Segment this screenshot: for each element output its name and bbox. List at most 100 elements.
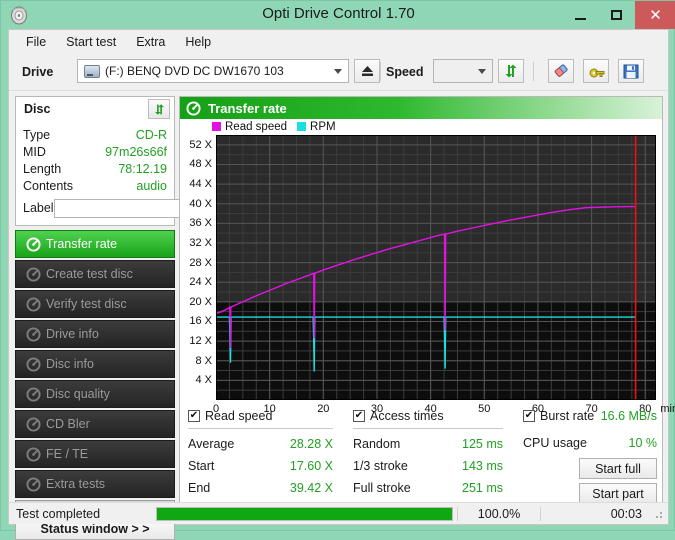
disc-field-mid: MID 97m26s66f xyxy=(23,143,167,160)
resize-grip-icon[interactable] xyxy=(652,508,664,520)
chevron-down-icon xyxy=(334,69,342,74)
sidebar: Disc Type CD-R MID 97m26s66f xyxy=(15,96,175,516)
speed-label: Speed xyxy=(386,65,424,79)
eject-button[interactable] xyxy=(354,59,380,83)
y-axis-tick-label: 32 X xyxy=(189,237,212,249)
sidebar-item-label: Extra tests xyxy=(46,477,105,491)
close-icon: ✕ xyxy=(649,8,662,23)
erase-disc-button[interactable] xyxy=(548,59,574,83)
disc-test-icon xyxy=(20,237,46,252)
maximize-button[interactable] xyxy=(598,1,635,29)
sidebar-item-disc-quality[interactable]: Disc quality xyxy=(15,380,175,408)
burst-rate-checkbox-row[interactable]: ✔ Burst rate 16.6 MB/s xyxy=(523,407,657,425)
disc-test-icon xyxy=(20,447,46,462)
stat-value: 251 ms xyxy=(462,481,503,495)
chart-legend: Read speed RPM xyxy=(180,119,662,134)
disc-field-contents-key: Contents xyxy=(23,179,73,193)
disc-test-icon xyxy=(20,357,46,372)
stat-row-third-stroke: 1/3 stroke 143 ms xyxy=(353,455,503,477)
refresh-icon xyxy=(153,103,166,116)
access-times-checkbox-label: Access times xyxy=(370,409,444,423)
disc-label-key: Label xyxy=(23,201,54,215)
drive-select[interactable]: (F:) BENQ DVD DC DW1670 103 xyxy=(77,59,349,83)
stat-key: 1/3 stroke xyxy=(353,459,408,473)
key-icon xyxy=(588,63,605,79)
stat-key: CPU usage xyxy=(523,436,587,450)
disc-field-mid-value: 97m26s66f xyxy=(105,145,167,159)
disc-field-type-key: Type xyxy=(23,128,50,142)
application-window: Opti Drive Control 1.70 ✕ File Start tes… xyxy=(0,0,675,531)
drive-select-value: (F:) BENQ DVD DC DW1670 103 xyxy=(105,64,284,78)
eject-icon xyxy=(360,64,375,78)
disc-panel-title: Disc xyxy=(24,102,50,116)
sidebar-item-label: Drive info xyxy=(46,327,99,341)
sidebar-item-verify-test-disc[interactable]: Verify test disc xyxy=(15,290,175,318)
progress-bar-fill xyxy=(157,508,452,520)
elapsed-time-label: 00:03 xyxy=(541,507,652,521)
sidebar-item-cd-bler[interactable]: CD Bler xyxy=(15,410,175,438)
sidebar-item-label: Disc quality xyxy=(46,387,110,401)
y-axis-labels: 4 X8 X12 X16 X20 X24 X28 X32 X36 X40 X44… xyxy=(180,135,214,400)
burst-rate-checkbox-label: Burst rate xyxy=(540,409,594,423)
y-axis-tick-label: 12 X xyxy=(189,335,212,347)
menu-item-extra[interactable]: Extra xyxy=(127,32,174,52)
read-speed-checkbox-row[interactable]: ✔ Read speed xyxy=(188,407,333,425)
sidebar-item-label: Disc info xyxy=(46,357,94,371)
speed-select[interactable] xyxy=(433,59,493,83)
access-times-stats: ✔ Access times Random 125 ms 1/3 stroke … xyxy=(353,407,503,499)
eraser-icon xyxy=(553,63,570,79)
burst-rate-checkbox[interactable]: ✔ xyxy=(523,410,535,422)
menu-item-file[interactable]: File xyxy=(17,32,55,52)
disc-field-type-value: CD-R xyxy=(136,128,167,142)
access-times-checkbox-row[interactable]: ✔ Access times xyxy=(353,407,503,425)
stat-value: 143 ms xyxy=(462,459,503,473)
disc-test-icon xyxy=(20,477,46,492)
stats-panel: ✔ Read speed Average 28.28 X Start 17.60… xyxy=(180,403,662,515)
start-full-button[interactable]: Start full xyxy=(579,458,657,479)
read-speed-checkbox[interactable]: ✔ xyxy=(188,410,200,422)
stat-row-full-stroke: Full stroke 251 ms xyxy=(353,477,503,499)
disc-label-row: Label xyxy=(23,197,167,219)
close-button[interactable]: ✕ xyxy=(635,1,675,29)
disc-refresh-button[interactable] xyxy=(148,99,170,119)
sidebar-item-label: Create test disc xyxy=(46,267,133,281)
y-axis-tick-label: 48 X xyxy=(189,158,212,170)
divider xyxy=(188,428,333,429)
sidebar-item-label: Transfer rate xyxy=(46,237,117,251)
refresh-button[interactable] xyxy=(498,59,524,83)
access-times-checkbox[interactable]: ✔ xyxy=(353,410,365,422)
disc-test-icon xyxy=(20,327,46,342)
sidebar-item-label: Verify test disc xyxy=(46,297,127,311)
minimize-button[interactable] xyxy=(562,1,599,29)
burst-rate-value: 16.6 MB/s xyxy=(601,409,657,423)
disc-panel-header: Disc xyxy=(15,96,175,121)
drive-label: Drive xyxy=(22,65,53,79)
save-icon xyxy=(623,64,639,79)
minimize-icon xyxy=(575,18,586,20)
disc-field-contents: Contents audio xyxy=(23,177,167,194)
legend-label-read-speed: Read speed xyxy=(225,121,287,133)
sidebar-item-drive-info[interactable]: Drive info xyxy=(15,320,175,348)
disc-field-length-value: 78:12.19 xyxy=(118,162,167,176)
menu-item-help[interactable]: Help xyxy=(176,32,220,52)
y-axis-tick-label: 36 X xyxy=(189,217,212,229)
disc-test-icon xyxy=(20,417,46,432)
stat-row-average: Average 28.28 X xyxy=(188,433,333,455)
progress-percent-label: 100.0% xyxy=(457,507,541,521)
sidebar-item-disc-info[interactable]: Disc info xyxy=(15,350,175,378)
start-part-button[interactable]: Start part xyxy=(579,483,657,504)
save-button[interactable] xyxy=(618,59,644,83)
sidebar-item-transfer-rate[interactable]: Transfer rate xyxy=(15,230,175,258)
y-axis-tick-label: 44 X xyxy=(189,178,212,190)
progress-bar xyxy=(156,507,453,521)
sidebar-item-create-test-disc[interactable]: Create test disc xyxy=(15,260,175,288)
chart-panel: Transfer rate Read speed RPM 4 X8 X12 X1… xyxy=(179,96,663,516)
menu-item-start-test[interactable]: Start test xyxy=(57,32,125,52)
sidebar-item-extra-tests[interactable]: Extra tests xyxy=(15,470,175,498)
y-axis-tick-label: 28 X xyxy=(189,257,212,269)
stat-row-cpu-usage: CPU usage 10 % xyxy=(523,432,657,454)
settings-key-button[interactable] xyxy=(583,59,609,83)
stat-key: Start xyxy=(188,459,214,473)
sidebar-item-fe-te[interactable]: FE / TE xyxy=(15,440,175,468)
toolbar: Drive (F:) BENQ DVD DC DW1670 103 Speed xyxy=(9,53,668,91)
